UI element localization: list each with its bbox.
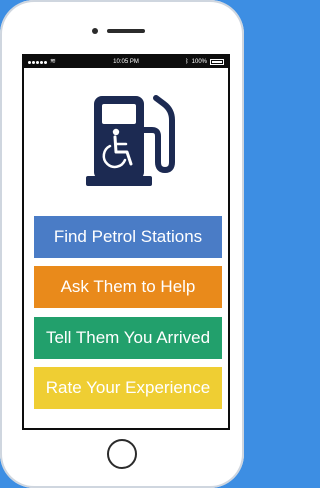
ask-them-to-help-button[interactable]: Ask Them to Help xyxy=(34,266,222,308)
home-button[interactable] xyxy=(107,439,137,469)
app-screen: ≋ 10:05 PM ᛒ 100% Find Petrol Stations A… xyxy=(22,54,230,430)
bluetooth-icon: ᛒ xyxy=(185,59,189,65)
tell-them-you-arrived-button[interactable]: Tell Them You Arrived xyxy=(34,317,222,359)
battery-icon xyxy=(210,59,224,65)
front-camera xyxy=(92,28,98,34)
status-bar: ≋ 10:05 PM ᛒ 100% xyxy=(24,56,228,68)
accessible-petrol-pump-icon xyxy=(86,95,175,186)
battery-percent: 100% xyxy=(191,59,207,65)
status-right: ᛒ 100% xyxy=(185,56,224,68)
rate-your-experience-button[interactable]: Rate Your Experience xyxy=(34,367,222,409)
phone-frame: ≋ 10:05 PM ᛒ 100% Find Petrol Stations A… xyxy=(0,0,244,488)
earpiece-speaker xyxy=(107,29,145,33)
find-petrol-stations-button[interactable]: Find Petrol Stations xyxy=(34,216,222,258)
